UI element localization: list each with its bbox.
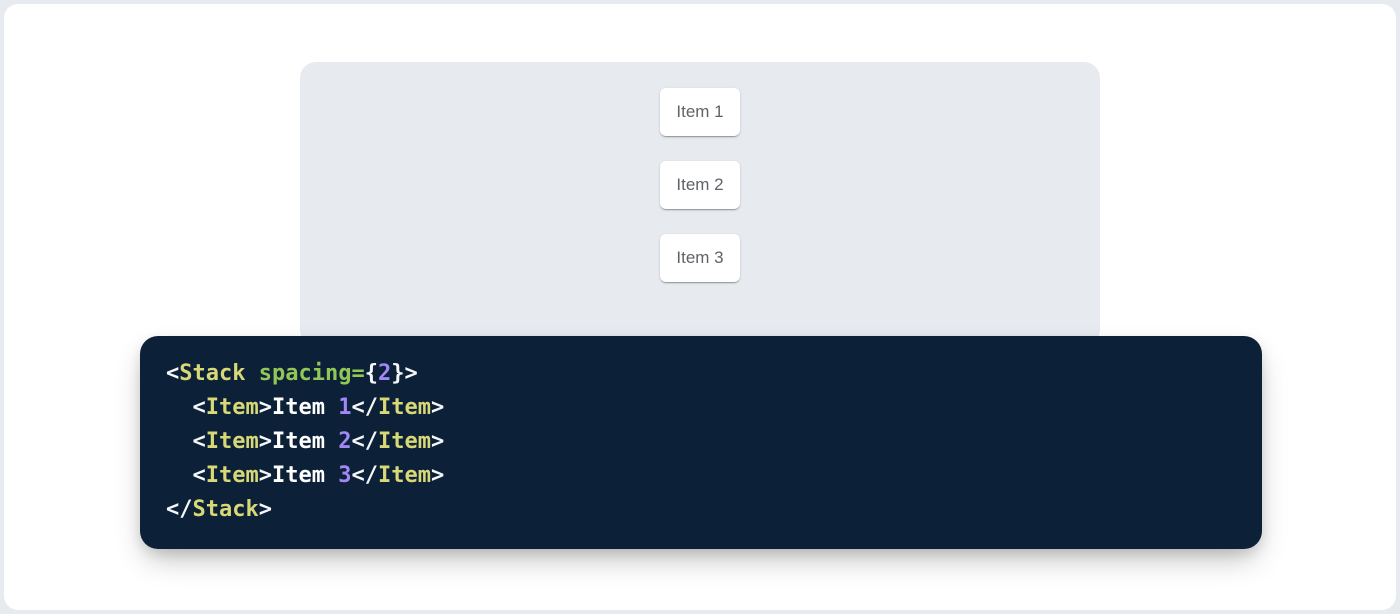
page-background: Item 1 Item 2 Item 3 <Stack spacing={2}> <… [4, 4, 1396, 610]
code-line: <Item>Item 1</Item> [166, 391, 1236, 425]
code-line: <Stack spacing={2}> [166, 357, 1236, 391]
stack-demo: Item 1 Item 2 Item 3 [300, 62, 1100, 282]
code-line: <Item>Item 2</Item> [166, 425, 1236, 459]
code-line: </Stack> [166, 493, 1236, 527]
code-snippet: <Stack spacing={2}> <Item>Item 1</Item> … [166, 357, 1236, 527]
demo-preview-panel: Item 1 Item 2 Item 3 [300, 62, 1100, 346]
stack-item: Item 3 [660, 234, 739, 282]
stack-item: Item 2 [660, 161, 739, 209]
stack-item: Item 1 [660, 88, 739, 136]
code-line: <Item>Item 3</Item> [166, 459, 1236, 493]
code-block: <Stack spacing={2}> <Item>Item 1</Item> … [140, 336, 1262, 549]
